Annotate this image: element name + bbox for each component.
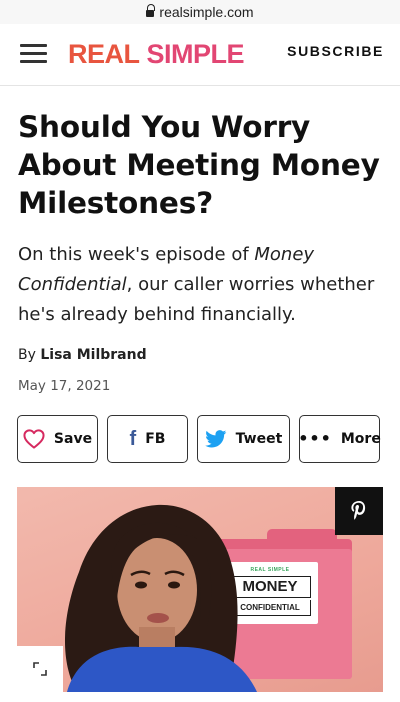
article-title: Should You Worry About Meeting Money Mil…	[18, 110, 380, 220]
logo-word-simple: SIMPLE	[146, 39, 245, 69]
pinterest-icon	[351, 501, 366, 520]
hero-image[interactable]: REAL SIMPLE MONEY CONFIDENTIAL	[17, 487, 383, 692]
site-header: REAL SIMPLE SUBSCRIBE	[0, 24, 400, 86]
author-link[interactable]: Lisa Milbrand	[40, 347, 146, 363]
browser-url-bar[interactable]: realsimple.com	[0, 0, 400, 24]
tweet-label: Tweet	[235, 431, 283, 447]
facebook-share-button[interactable]: f FB	[107, 415, 188, 463]
article-dek: On this week's episode of Money Confiden…	[18, 240, 382, 330]
more-label: More	[340, 431, 381, 447]
url-text: realsimple.com	[159, 4, 254, 20]
subscribe-link[interactable]: SUBSCRIBE	[287, 43, 384, 59]
lock-icon	[146, 4, 156, 18]
ellipsis-icon: •••	[298, 429, 332, 448]
expand-icon	[33, 662, 47, 676]
twitter-bird-icon	[204, 430, 227, 448]
save-button[interactable]: Save	[17, 415, 98, 463]
publish-date: May 17, 2021	[18, 378, 111, 394]
fb-label: FB	[145, 431, 166, 447]
more-share-button[interactable]: ••• More	[298, 415, 381, 463]
byline: By Lisa Milbrand	[18, 347, 147, 363]
save-label: Save	[53, 431, 93, 447]
heart-icon	[23, 429, 45, 449]
host-portrait	[64, 504, 257, 692]
hamburger-menu-icon[interactable]	[20, 44, 47, 64]
facebook-icon: f	[129, 428, 137, 450]
byline-prefix: By	[18, 347, 41, 363]
logo-word-real: REAL	[68, 39, 140, 69]
expand-button[interactable]	[17, 646, 63, 692]
site-logo[interactable]: REAL SIMPLE	[68, 39, 245, 69]
tweet-button[interactable]: Tweet	[197, 415, 290, 463]
pinterest-button[interactable]	[335, 487, 383, 535]
dek-prefix: On this week's episode of	[18, 244, 255, 265]
